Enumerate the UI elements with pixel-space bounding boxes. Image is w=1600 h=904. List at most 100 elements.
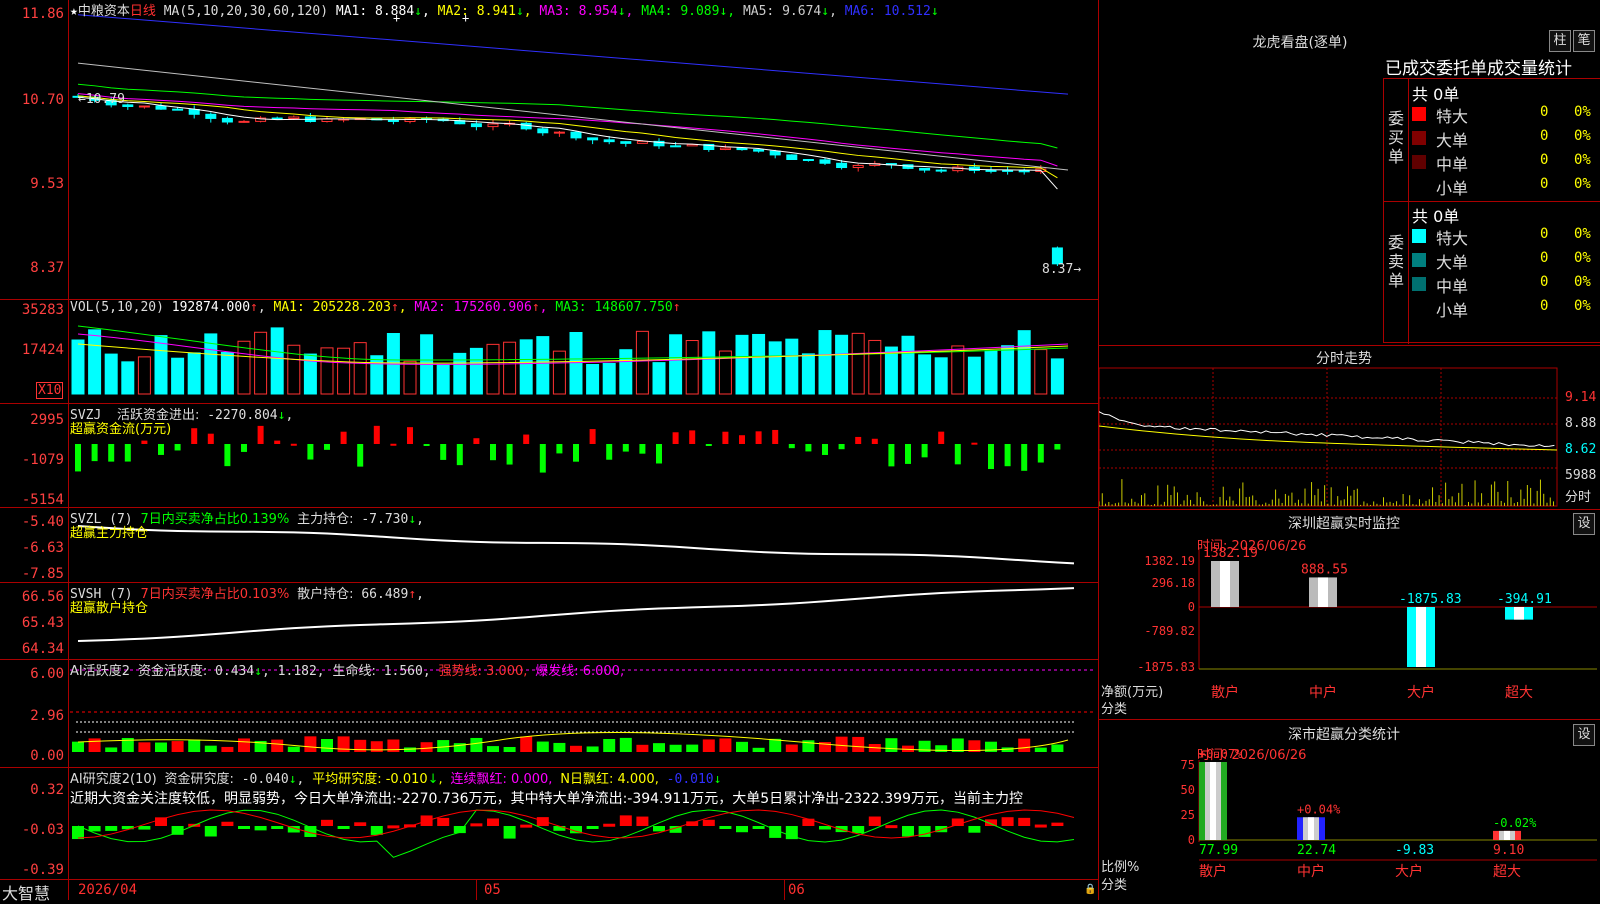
volume-bar <box>552 350 566 395</box>
fenshi-ytick: 8.62 <box>1565 442 1597 457</box>
tick-mode-button[interactable]: 笔 <box>1573 30 1595 52</box>
activity-bar <box>1018 738 1031 752</box>
svzj-pane[interactable]: SVZJ 活跃资金进出: -2270.804↓, 超赢资金流(万元) 2995 … <box>0 404 1098 508</box>
buy-total: 共 0单 <box>1412 85 1460 104</box>
color-swatch <box>1412 107 1426 121</box>
candle <box>587 137 599 141</box>
candle <box>172 108 184 111</box>
lock-icon[interactable]: 🔒 <box>1084 884 1096 895</box>
classify-value: 22.74 <box>1297 843 1336 858</box>
activity-bar <box>852 736 865 752</box>
period-label[interactable]: 日线 <box>130 4 156 19</box>
volume-bar <box>137 356 151 395</box>
candle <box>1018 170 1030 173</box>
volume-pane[interactable]: VOL(5,10,20) 192874.000↑, MA1: 205228.20… <box>0 300 1098 404</box>
classify-category: 散户 <box>1199 863 1227 880</box>
fenshi-chart[interactable] <box>1099 346 1600 509</box>
monitor-bar <box>1505 607 1533 620</box>
candle <box>719 147 731 151</box>
flow-bar <box>290 443 297 446</box>
activity-bar <box>885 738 898 752</box>
flow-bar <box>440 444 447 460</box>
fenshi-vol-tick: 5988 <box>1565 468 1597 483</box>
ai-activity-pane[interactable]: AI活跃度2 资金活跃度: 0.434↓, 1.182, 生命线: 1.560,… <box>0 660 1098 768</box>
longhu-table: 委买单 委卖单 共 0单 特大 0 0% 大单 0 0% 中单 0 0% 小单 0 0% 共 0单 特… <box>1383 78 1600 344</box>
research-bar <box>603 823 616 827</box>
vol-unit-badge: X10 <box>36 382 64 399</box>
flow-bar <box>589 429 596 444</box>
activity-bar <box>835 736 848 752</box>
research-bar <box>437 817 450 826</box>
research-bar <box>470 823 483 827</box>
svzj-ytick: 2995 <box>30 412 64 428</box>
activity-bar <box>752 747 765 752</box>
flow-bar <box>855 436 862 444</box>
ai1-ytick: 0.00 <box>30 748 64 764</box>
classify-bar <box>1297 817 1325 840</box>
monitor-ytick: -1875.83 <box>1137 660 1195 674</box>
flow-bar <box>108 444 115 462</box>
row-label: 大单 <box>1436 131 1469 150</box>
svsh-pane[interactable]: SVSH (7) 7日内买卖净占比0.103% 散户持仓: 66.489↑, 超… <box>0 583 1098 660</box>
flow-bar <box>523 434 530 444</box>
color-swatch <box>1412 179 1426 193</box>
svzl-ytick: -5.40 <box>21 514 64 530</box>
flow-bar <box>241 444 247 452</box>
ma-line <box>77 14 1069 95</box>
flow-bar <box>539 444 546 473</box>
candle <box>919 167 931 171</box>
activity-bar <box>669 744 682 752</box>
flow-bar <box>75 444 81 472</box>
flow-bar <box>490 444 496 461</box>
activity-bar <box>171 741 184 752</box>
bar-mode-button[interactable]: 柱 <box>1549 30 1571 52</box>
kline-pane[interactable]: + + ★中粮资本日线 MA(5,10,20,30,60,120) MA1: 8.… <box>0 0 1098 300</box>
volume-bar <box>503 341 517 395</box>
volume-bar <box>951 345 965 395</box>
longhu-title: 龙虎看盘(逐单) <box>1252 35 1348 51</box>
kline-chart[interactable]: + + <box>0 0 1098 300</box>
volume-bar <box>801 353 815 395</box>
row-percent: 0% <box>1574 298 1591 314</box>
research-bar <box>885 825 898 829</box>
flow-bar <box>689 430 696 444</box>
color-swatch <box>1412 131 1426 145</box>
color-swatch <box>1412 301 1426 315</box>
activity-bar <box>155 742 167 752</box>
candle <box>487 123 499 128</box>
high-price-label: ←10.79 <box>78 92 125 107</box>
row-percent: 0% <box>1574 226 1591 242</box>
kline-ytick: 10.70 <box>21 92 64 108</box>
activity-bar <box>702 739 715 752</box>
svsh-ytick: 66.56 <box>21 589 64 605</box>
svzl-ytick: -7.85 <box>21 566 64 582</box>
row-label: 中单 <box>1436 277 1469 296</box>
research-bar <box>503 826 516 839</box>
flow-bar <box>954 444 961 465</box>
activity-bar <box>570 745 582 752</box>
candle <box>620 141 632 144</box>
activity-bar <box>138 742 151 752</box>
svzj-ytick: -1079 <box>21 452 64 468</box>
volume-bar <box>154 335 168 395</box>
classify-chart[interactable]: 7550250+0.07%77.99散户+0.04%22.74中户-9.83大户… <box>1099 720 1600 900</box>
stock-name[interactable]: 中粮资本 <box>78 4 130 19</box>
date-tick: 06 <box>788 882 805 898</box>
ai-research-pane[interactable]: AI研究度2(10) 资金研究度: -0.040↓, 平均研究度: -0.010… <box>0 768 1098 880</box>
svzl-pane[interactable]: SVZL (7) 7日内买卖净占比0.139% 主力持仓: -7.730↓, 超… <box>0 508 1098 583</box>
activity-bar <box>271 739 284 752</box>
volume-bar <box>635 330 649 395</box>
research-bar <box>370 826 383 835</box>
buy-side-label: 委买单 <box>1388 109 1405 166</box>
candle <box>205 113 217 119</box>
row-volume: 0 <box>1540 152 1549 168</box>
monitor-chart[interactable]: 1382.19296.180-789.82-1875.831382.19散户88… <box>1099 509 1600 719</box>
volume-chart[interactable] <box>0 300 1098 404</box>
row-volume: 0 <box>1540 274 1549 290</box>
position-line <box>77 525 1075 565</box>
color-swatch <box>1412 229 1426 243</box>
candle <box>470 123 482 128</box>
monitor-bar <box>1407 607 1435 667</box>
candle <box>636 140 648 144</box>
research-bar <box>204 826 217 837</box>
